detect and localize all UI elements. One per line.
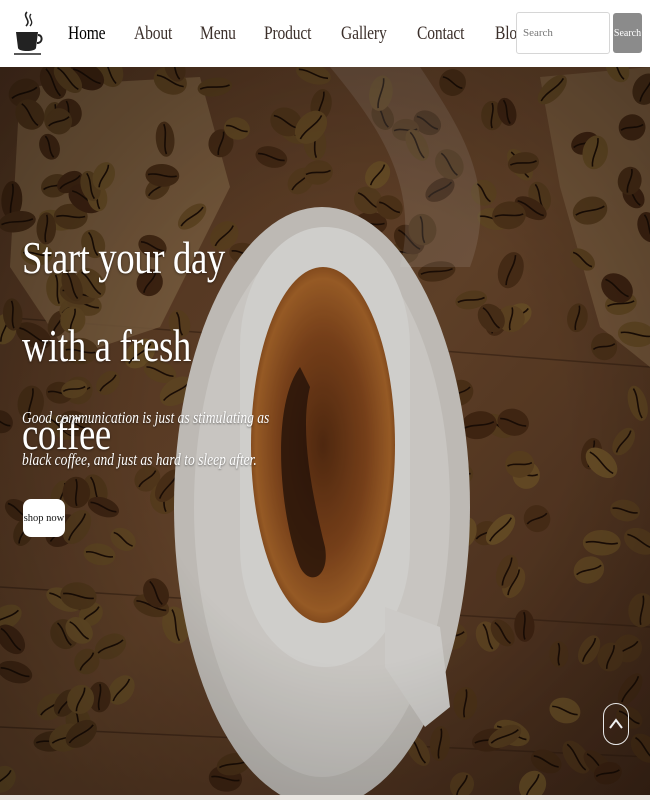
page-bottom-strip [0,795,650,800]
nav-menu[interactable]: Menu [200,23,236,45]
nav-home[interactable]: Home [68,23,106,45]
navbar: Home About Menu Product Gallery Contact … [0,0,650,67]
search-button[interactable]: Search [613,13,642,53]
nav-gallery[interactable]: Gallery [341,23,387,45]
hero-subtitle: Good communication is just as stimulatin… [22,408,270,469]
nav-contact[interactable]: Contact [417,23,464,45]
coffee-cup-logo-icon[interactable] [10,8,46,60]
scroll-to-top-button[interactable] [603,703,629,745]
chevron-up-icon [609,718,623,729]
search-input[interactable] [516,12,610,54]
hero-section: Start your day with a fresh coffee Good … [0,67,650,795]
shop-now-button[interactable]: shop now [23,499,65,537]
nav-about[interactable]: About [134,23,172,45]
nav-links: Home About Menu Product Gallery Contact … [68,0,558,67]
nav-product[interactable]: Product [264,23,311,45]
